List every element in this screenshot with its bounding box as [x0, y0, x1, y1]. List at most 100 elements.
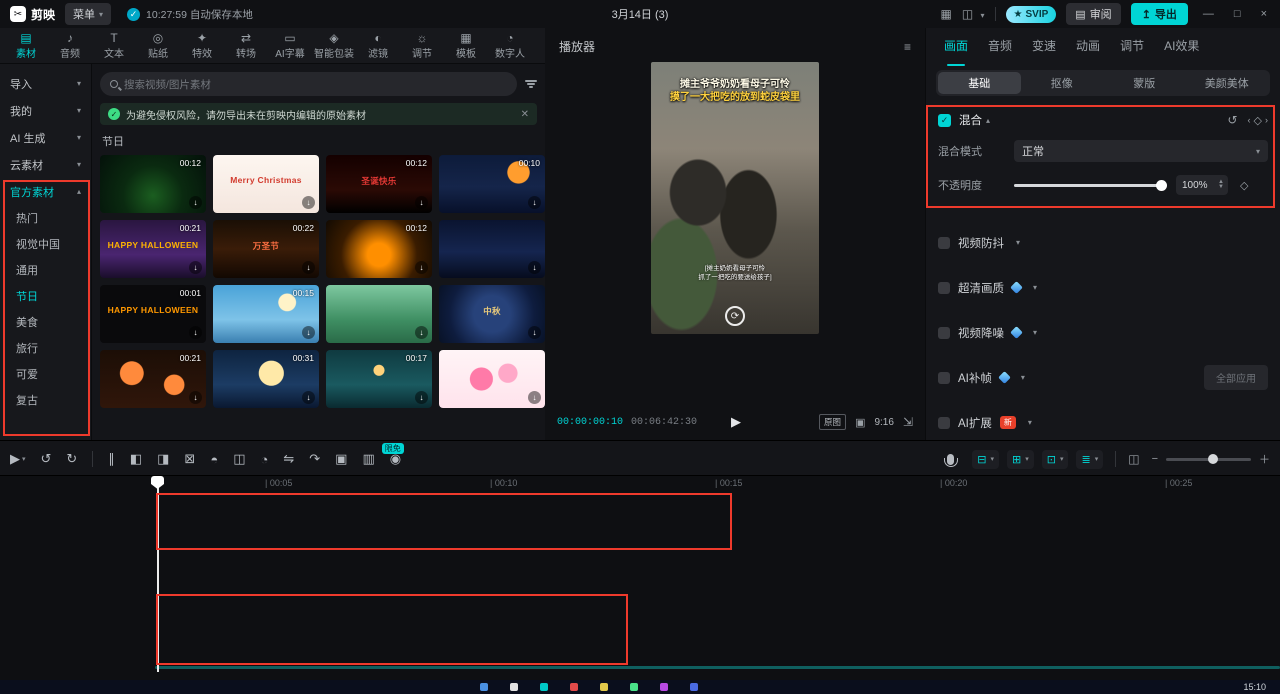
quality-button[interactable]: 原图 — [819, 414, 846, 430]
record-voiceover-icon[interactable] — [947, 454, 954, 465]
media-tab-transition[interactable]: ⇄ 转场 — [224, 32, 268, 60]
checkbox-icon[interactable] — [938, 417, 950, 429]
download-icon[interactable]: ↓ — [189, 391, 202, 404]
timeline-zoom-slider[interactable] — [1166, 458, 1251, 461]
zoom-out-icon[interactable]: − — [1152, 453, 1158, 465]
media-tab-filter[interactable]: ◐ 滤镜 — [356, 32, 400, 60]
track-linkage-option[interactable]: ≣▾ — [1076, 450, 1103, 469]
inspector-tab-0[interactable]: 画面 — [944, 37, 968, 60]
rotate-icon[interactable]: ↷ — [309, 451, 320, 467]
download-icon[interactable]: ↓ — [189, 261, 202, 274]
select-tool[interactable]: ▶▾ — [10, 451, 26, 467]
download-icon[interactable]: ↓ — [415, 391, 428, 404]
close-button[interactable]: × — [1256, 8, 1272, 20]
media-item-9[interactable]: 00:15 ↓ — [213, 285, 319, 343]
inspector-tab-4[interactable]: 调节 — [1120, 37, 1144, 60]
player-menu-icon[interactable]: ≡ — [904, 40, 911, 54]
sidebar-group-3[interactable]: 云素材 ▾ — [0, 151, 91, 178]
export-button[interactable]: ↥导出 — [1131, 3, 1188, 25]
track-adsorb-option[interactable]: ⊡▾ — [1042, 450, 1069, 469]
media-tab-template[interactable]: ▦ 模板 — [444, 32, 488, 60]
download-icon[interactable]: ↓ — [302, 391, 315, 404]
snapshot-icon[interactable]: ▣ — [855, 416, 865, 429]
inspector-subtab-1[interactable]: 抠像 — [1021, 72, 1104, 94]
inspector-section-0[interactable]: 视频防抖 ▾ — [938, 220, 1268, 265]
zoom-in-icon[interactable]: ＋ — [1259, 451, 1270, 467]
media-item-13[interactable]: 00:31 ↓ — [213, 350, 319, 408]
media-item-4[interactable]: HAPPY HALLOWEEN 00:21 ↓ — [100, 220, 206, 278]
checkbox-icon[interactable] — [938, 327, 950, 339]
media-tab-media[interactable]: ▤ 素材 — [4, 32, 48, 60]
layout-icon[interactable]: ◫ ▾ — [962, 7, 985, 21]
media-tab-ai-captions[interactable]: ▭ AI字幕 — [268, 32, 312, 60]
search-input[interactable]: 搜索视频/图片素材 — [100, 72, 517, 96]
timeline-ruler[interactable]: | 00:05| 00:10| 00:15| 00:20| 00:25 — [155, 476, 1280, 492]
inspector-subtab-3[interactable]: 美颜美体 — [1186, 72, 1269, 94]
blend-checkbox[interactable]: ✓ — [938, 114, 951, 127]
sidebar-group-1[interactable]: 我的 ▾ — [0, 97, 91, 124]
flip-icon[interactable]: ⇋ — [283, 451, 294, 467]
svip-badge[interactable]: ★SVIP — [1006, 6, 1057, 23]
inspector-section-1[interactable]: 超清画质 ▾ — [938, 265, 1268, 310]
timeline-scrollbar[interactable] — [155, 666, 1280, 669]
sidebar-category-0[interactable]: 热门 — [0, 205, 91, 231]
media-item-6[interactable]: 00:12 ↓ — [326, 220, 432, 278]
media-tab-sticker[interactable]: ◎ 贴纸 — [136, 32, 180, 60]
play-button[interactable]: ▶ — [731, 415, 741, 430]
reset-icon[interactable]: ↺ — [1227, 113, 1237, 127]
rotate-icon[interactable]: ⟳ — [725, 306, 745, 326]
sidebar-category-6[interactable]: 可爱 — [0, 361, 91, 387]
delete-icon[interactable]: ⊠ — [184, 451, 195, 467]
undo-icon[interactable]: ↺ — [41, 451, 52, 467]
sidebar-category-7[interactable]: 复古 — [0, 387, 91, 413]
inspector-tab-5[interactable]: AI效果 — [1164, 37, 1199, 60]
media-tab-effects[interactable]: ✦ 特效 — [180, 32, 224, 60]
inspector-section-3[interactable]: AI补帧 ▾ 全部应用 — [938, 355, 1268, 400]
preview-quality-icon[interactable]: ◫ — [1128, 452, 1139, 466]
sidebar-group-0[interactable]: 导入 ▾ — [0, 70, 91, 97]
download-icon[interactable]: ↓ — [415, 326, 428, 339]
download-icon[interactable]: ↓ — [302, 261, 315, 274]
inspector-tab-3[interactable]: 动画 — [1076, 37, 1100, 60]
keyframe-controls[interactable]: ‹◇› — [1248, 114, 1268, 127]
maximize-button[interactable]: □ — [1229, 8, 1246, 20]
media-tab-avatar[interactable]: ◔ 数字人 — [488, 32, 532, 60]
download-icon[interactable]: ↓ — [415, 196, 428, 209]
sidebar-group-2[interactable]: AI 生成 ▾ — [0, 124, 91, 151]
download-icon[interactable]: ↓ — [302, 196, 315, 209]
opacity-slider[interactable] — [1014, 184, 1162, 187]
fullscreen-icon[interactable]: ⇲ — [903, 415, 913, 429]
minimize-button[interactable]: — — [1198, 8, 1219, 20]
media-tab-audio[interactable]: ♪ 音频 — [48, 32, 92, 60]
trim-left-icon[interactable]: ◧ — [130, 451, 142, 467]
keyframe-icon[interactable]: ◇ — [1254, 114, 1262, 127]
download-icon[interactable]: ↓ — [528, 196, 541, 209]
download-icon[interactable]: ↓ — [189, 196, 202, 209]
redo-icon[interactable]: ↻ — [66, 451, 77, 467]
media-tab-smart-pack[interactable]: ◈ 智能包装 — [312, 32, 356, 60]
media-tab-adjust[interactable]: ☼ 调节 — [400, 32, 444, 60]
sidebar-official-materials[interactable]: 官方素材 ▴ — [0, 178, 91, 205]
video-preview[interactable]: 摊主爷爷奶奶看母子可怜 摸了一大把吃的放到蛇皮袋里 [摊主奶奶看母子可怜 抓了一… — [651, 62, 819, 334]
mirror-icon[interactable]: ◫ — [233, 451, 245, 467]
sidebar-category-2[interactable]: 通用 — [0, 257, 91, 283]
inspector-subtab-0[interactable]: 基础 — [938, 72, 1021, 94]
apply-all-button[interactable]: 全部应用 — [1204, 365, 1268, 390]
inspector-subtab-2[interactable]: 蒙版 — [1103, 72, 1186, 94]
media-item-2[interactable]: 圣诞快乐 00:12 ↓ — [326, 155, 432, 213]
download-icon[interactable]: ↓ — [528, 326, 541, 339]
download-icon[interactable]: ↓ — [189, 326, 202, 339]
reverse-icon[interactable]: ▥ — [362, 451, 374, 467]
playhead[interactable] — [157, 476, 159, 672]
crop-icon[interactable]: ▣ — [335, 451, 347, 467]
track-render-option[interactable]: ⊟▾ — [972, 450, 999, 469]
ratio-button[interactable]: 9:16 — [874, 417, 893, 428]
inspector-section-4[interactable]: AI扩展 新 ▾ — [938, 400, 1268, 445]
download-icon[interactable]: ↓ — [415, 261, 428, 274]
inspector-tab-2[interactable]: 变速 — [1032, 37, 1056, 60]
menu-button[interactable]: 菜单▾ — [65, 3, 111, 25]
download-icon[interactable]: ↓ — [528, 261, 541, 274]
opacity-value-box[interactable]: 100% ▲▼ — [1176, 175, 1228, 195]
slider-knob[interactable] — [1156, 180, 1167, 191]
freeze-frame-icon[interactable]: ◔ — [260, 452, 268, 467]
